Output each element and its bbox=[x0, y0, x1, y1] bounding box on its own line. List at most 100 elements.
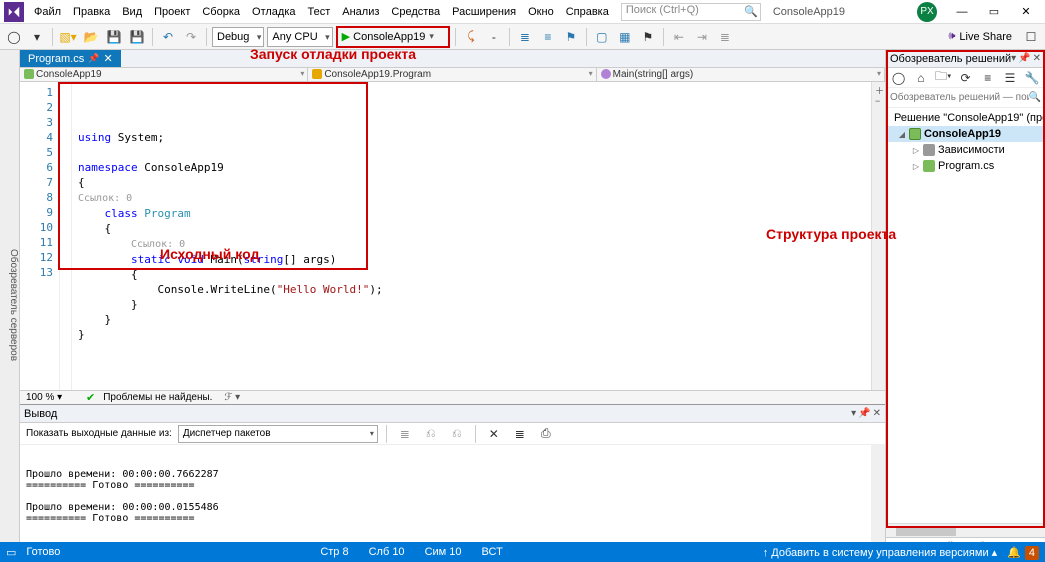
se-tool-icon[interactable]: ≡ bbox=[978, 68, 997, 88]
flag-icon[interactable]: ⚑ bbox=[638, 27, 658, 47]
notifications-button[interactable]: 🔔4 bbox=[1007, 546, 1039, 559]
menu-help[interactable]: Справка bbox=[560, 3, 615, 21]
config-combo[interactable]: Debug bbox=[212, 27, 264, 47]
uncomment-icon[interactable]: ≡ bbox=[538, 27, 558, 47]
se-home-icon[interactable]: ⌂ bbox=[911, 68, 930, 88]
undo-icon[interactable]: ↶ bbox=[158, 27, 178, 47]
back-button[interactable]: ◯ bbox=[4, 27, 24, 47]
pin-icon[interactable]: 📌 bbox=[1018, 53, 1030, 64]
quick-search-input[interactable]: Поиск (Ctrl+Q) 🔍 bbox=[621, 3, 761, 21]
menu-analyze[interactable]: Анализ bbox=[336, 3, 385, 21]
nav-scope-label: ConsoleApp19 bbox=[36, 69, 102, 80]
nav-type[interactable]: ConsoleApp19.Program bbox=[308, 68, 596, 81]
expand-icon[interactable]: ▷ bbox=[912, 162, 920, 171]
toolbar-separator bbox=[52, 28, 53, 46]
solution-explorer-search-input[interactable] bbox=[890, 92, 1029, 103]
toolbar-icon[interactable]: ▢ bbox=[592, 27, 612, 47]
se-tool-icon[interactable]: ☰ bbox=[1000, 68, 1019, 88]
tree-node-file[interactable]: ▷ Program.cs bbox=[888, 158, 1043, 174]
save-icon[interactable]: 💾 bbox=[104, 27, 124, 47]
menu-edit[interactable]: Правка bbox=[67, 3, 116, 21]
menu-tools[interactable]: Средства bbox=[385, 3, 446, 21]
chevron-down-icon[interactable]: ▾ bbox=[851, 408, 856, 419]
output-tb-icon[interactable]: ≣ bbox=[395, 424, 415, 444]
status-icon: ▭ bbox=[6, 546, 16, 559]
menu-project[interactable]: Проект bbox=[148, 3, 196, 21]
toolbar-icon[interactable]: ▦ bbox=[615, 27, 635, 47]
output-tb-icon[interactable]: ⎙ bbox=[536, 424, 556, 444]
menu-window[interactable]: Окно bbox=[522, 3, 560, 21]
se-home-icon[interactable]: ◯ bbox=[889, 68, 908, 88]
live-share-button[interactable]: 🕪 Live Share bbox=[942, 28, 1018, 45]
nav-scope[interactable]: ConsoleApp19 bbox=[20, 68, 308, 81]
tree-node-project[interactable]: ◢ ConsoleApp19 bbox=[888, 126, 1043, 142]
menu-debug[interactable]: Отладка bbox=[246, 3, 301, 21]
output-scrollbar[interactable] bbox=[871, 445, 885, 548]
start-debug-button[interactable]: ▶ ConsoleApp19 ▾ bbox=[336, 26, 450, 48]
bookmark-icon[interactable]: ⚑ bbox=[561, 27, 581, 47]
solution-tree[interactable]: Решение "ConsoleApp19" (проекты ◢ Consol… bbox=[886, 108, 1045, 523]
forward-button[interactable]: ▾ bbox=[27, 27, 47, 47]
menu-build[interactable]: Сборка bbox=[196, 3, 246, 21]
indent-icon[interactable]: ⇤ bbox=[669, 27, 689, 47]
pin-icon[interactable]: 📌 bbox=[858, 408, 870, 419]
menu-test[interactable]: Тест bbox=[302, 3, 337, 21]
output-wrap-icon[interactable]: ≣ bbox=[510, 424, 530, 444]
output-tb-icon[interactable]: ⎌ bbox=[447, 424, 467, 444]
editor-options-icon[interactable]: ℱ ▾ bbox=[224, 392, 240, 403]
menu-ext[interactable]: Расширения bbox=[446, 3, 522, 21]
menu-file[interactable]: Файл bbox=[28, 3, 67, 21]
tree-node-solution[interactable]: Решение "ConsoleApp19" (проекты bbox=[888, 110, 1043, 126]
restore-button[interactable]: ▭ bbox=[979, 2, 1009, 22]
toolbar-separator bbox=[663, 28, 664, 46]
csharp-icon bbox=[24, 69, 34, 79]
editor-scrollbar[interactable]: ＋ − bbox=[871, 82, 885, 390]
save-all-icon[interactable]: 💾 bbox=[127, 27, 147, 47]
scrollbar-thumb[interactable] bbox=[896, 526, 956, 536]
tree-node-dependencies[interactable]: ▷ Зависимости bbox=[888, 142, 1043, 158]
close-tab-icon[interactable]: ✕ bbox=[103, 52, 112, 65]
code-text[interactable]: using System; namespace ConsoleApp19{Ссы… bbox=[72, 82, 885, 390]
nav-member-label: Main(string[] args) bbox=[613, 69, 694, 80]
status-bar: ▭ Готово Стр 8 Слб 10 Сим 10 ВСТ ↑ Добав… bbox=[0, 542, 1045, 562]
collapse-icon[interactable]: ◢ bbox=[898, 130, 906, 139]
menu-view[interactable]: Вид bbox=[116, 3, 148, 21]
status-column: Слб 10 bbox=[359, 546, 415, 558]
split-minus-icon[interactable]: − bbox=[875, 96, 880, 106]
redo-icon[interactable]: ↷ bbox=[181, 27, 201, 47]
solution-explorer-title-bar: Обозреватель решений ▾ 📌 ✕ bbox=[886, 50, 1045, 68]
nav-member[interactable]: Main(string[] args) bbox=[597, 68, 885, 81]
se-refresh-icon[interactable]: ⟳ bbox=[956, 68, 975, 88]
open-icon[interactable]: 📂 bbox=[81, 27, 101, 47]
output-source-combo[interactable]: Диспетчер пакетов bbox=[178, 425, 378, 443]
chevron-down-icon[interactable]: ▾ bbox=[1011, 53, 1016, 64]
output-clear-icon[interactable]: ✕ bbox=[484, 424, 504, 444]
close-icon[interactable]: ✕ bbox=[1033, 53, 1041, 64]
server-explorer-tab[interactable]: Обозреватель серверов bbox=[0, 50, 20, 555]
comment-icon[interactable]: ≣ bbox=[515, 27, 535, 47]
document-tab-program[interactable]: Program.cs 📌 ✕ bbox=[20, 50, 121, 67]
pin-icon[interactable]: 📌 bbox=[88, 53, 99, 64]
close-button[interactable]: ✕ bbox=[1011, 2, 1041, 22]
expand-icon[interactable]: ▷ bbox=[912, 146, 920, 155]
solution-explorer-hscroll[interactable] bbox=[886, 523, 1045, 537]
zoom-combo[interactable]: 100 % ▾ bbox=[26, 392, 78, 403]
step-icon[interactable]: ⤹ bbox=[461, 27, 481, 47]
close-icon[interactable]: ✕ bbox=[873, 408, 881, 419]
fold-column[interactable] bbox=[60, 82, 72, 390]
outdent-icon[interactable]: ⇥ bbox=[692, 27, 712, 47]
solution-explorer-search[interactable]: 🔍 bbox=[886, 88, 1045, 108]
output-tb-icon[interactable]: ⎌ bbox=[421, 424, 441, 444]
step-over-icon[interactable]: - bbox=[484, 27, 504, 47]
feedback-icon[interactable]: ☐ bbox=[1021, 27, 1041, 47]
minimize-button[interactable]: — bbox=[947, 2, 977, 22]
se-sync-icon[interactable]: 🗀▾ bbox=[934, 68, 953, 88]
output-text[interactable]: Прошло времени: 00:00:00.7662287========… bbox=[20, 445, 885, 548]
se-wrench-icon[interactable]: 🔧 bbox=[1023, 68, 1042, 88]
new-project-icon[interactable]: ▧▾ bbox=[58, 27, 78, 47]
platform-combo[interactable]: Any CPU bbox=[267, 27, 332, 47]
status-vcs[interactable]: ↑ Добавить в систему управления версиями… bbox=[753, 546, 1007, 559]
user-avatar[interactable]: PX bbox=[917, 2, 937, 22]
code-editor[interactable]: 12345678910111213 using System; namespac… bbox=[20, 82, 885, 390]
toolbar-icon[interactable]: ≣ bbox=[715, 27, 735, 47]
